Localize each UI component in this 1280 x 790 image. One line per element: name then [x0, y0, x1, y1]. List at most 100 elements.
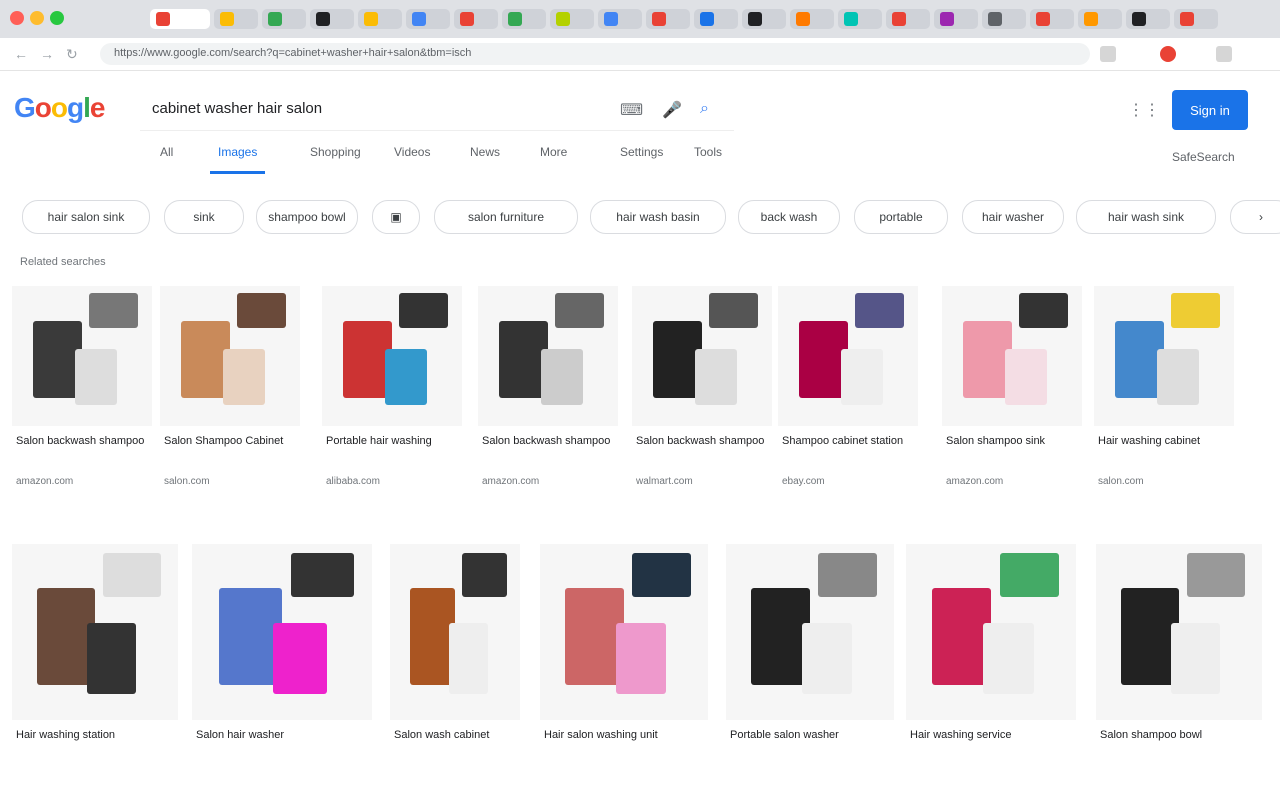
bookmark-star-icon[interactable]: [1100, 46, 1116, 62]
result-source[interactable]: ebay.com: [782, 476, 914, 487]
tab-settings[interactable]: Settings: [620, 145, 663, 159]
browser-tab[interactable]: [214, 9, 258, 29]
search-icon[interactable]: ⌕: [700, 100, 709, 118]
result-caption[interactable]: Salon shampoo sink: [946, 434, 1078, 448]
result-thumbnail[interactable]: [632, 286, 772, 426]
result-caption[interactable]: Salon Shampoo Cabinet: [164, 434, 296, 448]
result-source[interactable]: amazon.com: [16, 476, 148, 487]
browser-tab[interactable]: [598, 9, 642, 29]
result-caption[interactable]: Salon hair washer: [196, 728, 368, 742]
result-thumbnail[interactable]: [778, 286, 918, 426]
result-thumbnail[interactable]: [1094, 286, 1234, 426]
result-tile[interactable]: Salon wash cabinetebay.com: [390, 544, 520, 764]
chip-2[interactable]: shampoo bowl: [256, 200, 358, 234]
browser-tab[interactable]: [1030, 9, 1074, 29]
search-input[interactable]: [150, 96, 594, 120]
result-thumbnail[interactable]: [160, 286, 300, 426]
result-tile[interactable]: Hair washing serviceyoutube.com: [906, 544, 1076, 764]
result-tile[interactable]: Salon backwash shampoo amazon.com: [478, 286, 618, 516]
browser-tab[interactable]: [502, 9, 546, 29]
result-tile[interactable]: Salon shampoo bowlamazon.com: [1096, 544, 1262, 764]
result-caption[interactable]: Portable salon washer: [730, 728, 890, 742]
browser-tab[interactable]: [838, 9, 882, 29]
browser-tab[interactable]: [262, 9, 306, 29]
result-caption[interactable]: Hair salon washing unit: [544, 728, 704, 742]
result-thumbnail[interactable]: [12, 286, 152, 426]
result-thumbnail[interactable]: [12, 544, 178, 720]
result-source[interactable]: alibaba.com: [326, 476, 458, 487]
result-thumbnail[interactable]: [726, 544, 894, 720]
result-tile[interactable]: Salon shampoo sink amazon.com: [942, 286, 1082, 516]
result-source[interactable]: amazon.com: [946, 476, 1078, 487]
result-caption[interactable]: Hair washing service: [910, 728, 1072, 742]
chip-0[interactable]: hair salon sink: [22, 200, 150, 234]
result-tile[interactable]: Shampoo cabinet station ebay.com: [778, 286, 918, 516]
result-caption[interactable]: Salon shampoo bowl: [1100, 728, 1258, 742]
result-thumbnail[interactable]: [906, 544, 1076, 720]
browser-tab[interactable]: [982, 9, 1026, 29]
result-tile[interactable]: Portable hair washing alibaba.com: [322, 286, 462, 516]
chips-scroll-right-button[interactable]: ›: [1230, 200, 1280, 234]
google-logo[interactable]: Google: [14, 92, 105, 124]
browser-tab[interactable]: [886, 9, 930, 29]
chip-1[interactable]: sink: [164, 200, 244, 234]
forward-icon[interactable]: →: [40, 46, 54, 62]
result-caption[interactable]: Salon wash cabinet: [394, 728, 516, 742]
reload-icon[interactable]: ↻: [66, 46, 78, 63]
result-thumbnail[interactable]: [942, 286, 1082, 426]
browser-tab[interactable]: [742, 9, 786, 29]
extension-icon[interactable]: [1160, 46, 1176, 62]
result-source[interactable]: salon.com: [164, 476, 296, 487]
result-caption[interactable]: Salon backwash shampoo: [636, 434, 768, 448]
chip-7[interactable]: portable: [854, 200, 948, 234]
tab-videos[interactable]: Videos: [394, 145, 430, 159]
safesearch-link[interactable]: SafeSearch: [1172, 150, 1235, 164]
browser-tab[interactable]: [790, 9, 834, 29]
browser-tab[interactable]: [694, 9, 738, 29]
result-thumbnail[interactable]: [192, 544, 372, 720]
result-thumbnail[interactable]: [390, 544, 520, 720]
result-caption[interactable]: Hair washing station: [16, 728, 174, 742]
browser-tab[interactable]: [454, 9, 498, 29]
window-close-button[interactable]: [10, 11, 24, 25]
window-minimize-button[interactable]: [30, 11, 44, 25]
result-tile[interactable]: Salon hair washeramazon.com: [192, 544, 372, 764]
tab-shopping[interactable]: Shopping: [310, 145, 361, 159]
tab-images[interactable]: Images: [209, 145, 266, 174]
result-thumbnail[interactable]: [1096, 544, 1262, 720]
result-caption[interactable]: Salon backwash shampoo: [16, 434, 148, 448]
result-tile[interactable]: Hair washing stationpinterest.com: [12, 544, 178, 764]
tab-all[interactable]: All: [160, 145, 173, 159]
result-tile[interactable]: Salon backwash shampoo walmart.com: [632, 286, 772, 516]
microphone-icon[interactable]: 🎤: [662, 100, 682, 120]
result-source[interactable]: walmart.com: [636, 476, 768, 487]
result-tile[interactable]: Salon Shampoo Cabinet salon.com: [160, 286, 300, 516]
browser-tab[interactable]: [358, 9, 402, 29]
result-source[interactable]: amazon.com: [482, 476, 614, 487]
result-thumbnail[interactable]: [478, 286, 618, 426]
profile-avatar[interactable]: [1216, 46, 1232, 62]
browser-tab[interactable]: [406, 9, 450, 29]
browser-tab[interactable]: [1126, 9, 1170, 29]
result-tile[interactable]: Salon backwash shampoo amazon.com: [12, 286, 152, 516]
result-caption[interactable]: Salon backwash shampoo: [482, 434, 614, 448]
back-icon[interactable]: ←: [14, 46, 28, 62]
chip-9[interactable]: hair wash sink: [1076, 200, 1216, 234]
tab-tools[interactable]: Tools: [694, 145, 722, 159]
result-source[interactable]: salon.com: [1098, 476, 1230, 487]
browser-tab[interactable]: [1078, 9, 1122, 29]
chip-8[interactable]: hair washer: [962, 200, 1064, 234]
tab-more[interactable]: More: [540, 145, 567, 159]
result-tile[interactable]: Hair salon washing unitsalon.com: [540, 544, 708, 764]
chip-4[interactable]: salon furniture: [434, 200, 578, 234]
chip-5[interactable]: hair wash basin: [590, 200, 726, 234]
browser-tab[interactable]: [934, 9, 978, 29]
browser-tab[interactable]: [150, 9, 210, 29]
browser-tab[interactable]: [646, 9, 690, 29]
result-caption[interactable]: Shampoo cabinet station: [782, 434, 914, 448]
keyboard-icon[interactable]: ⌨: [620, 100, 643, 120]
window-zoom-button[interactable]: [50, 11, 64, 25]
browser-tab[interactable]: [550, 9, 594, 29]
apps-grid-icon[interactable]: ⋮⋮: [1128, 100, 1160, 120]
result-caption[interactable]: Hair washing cabinet: [1098, 434, 1230, 448]
